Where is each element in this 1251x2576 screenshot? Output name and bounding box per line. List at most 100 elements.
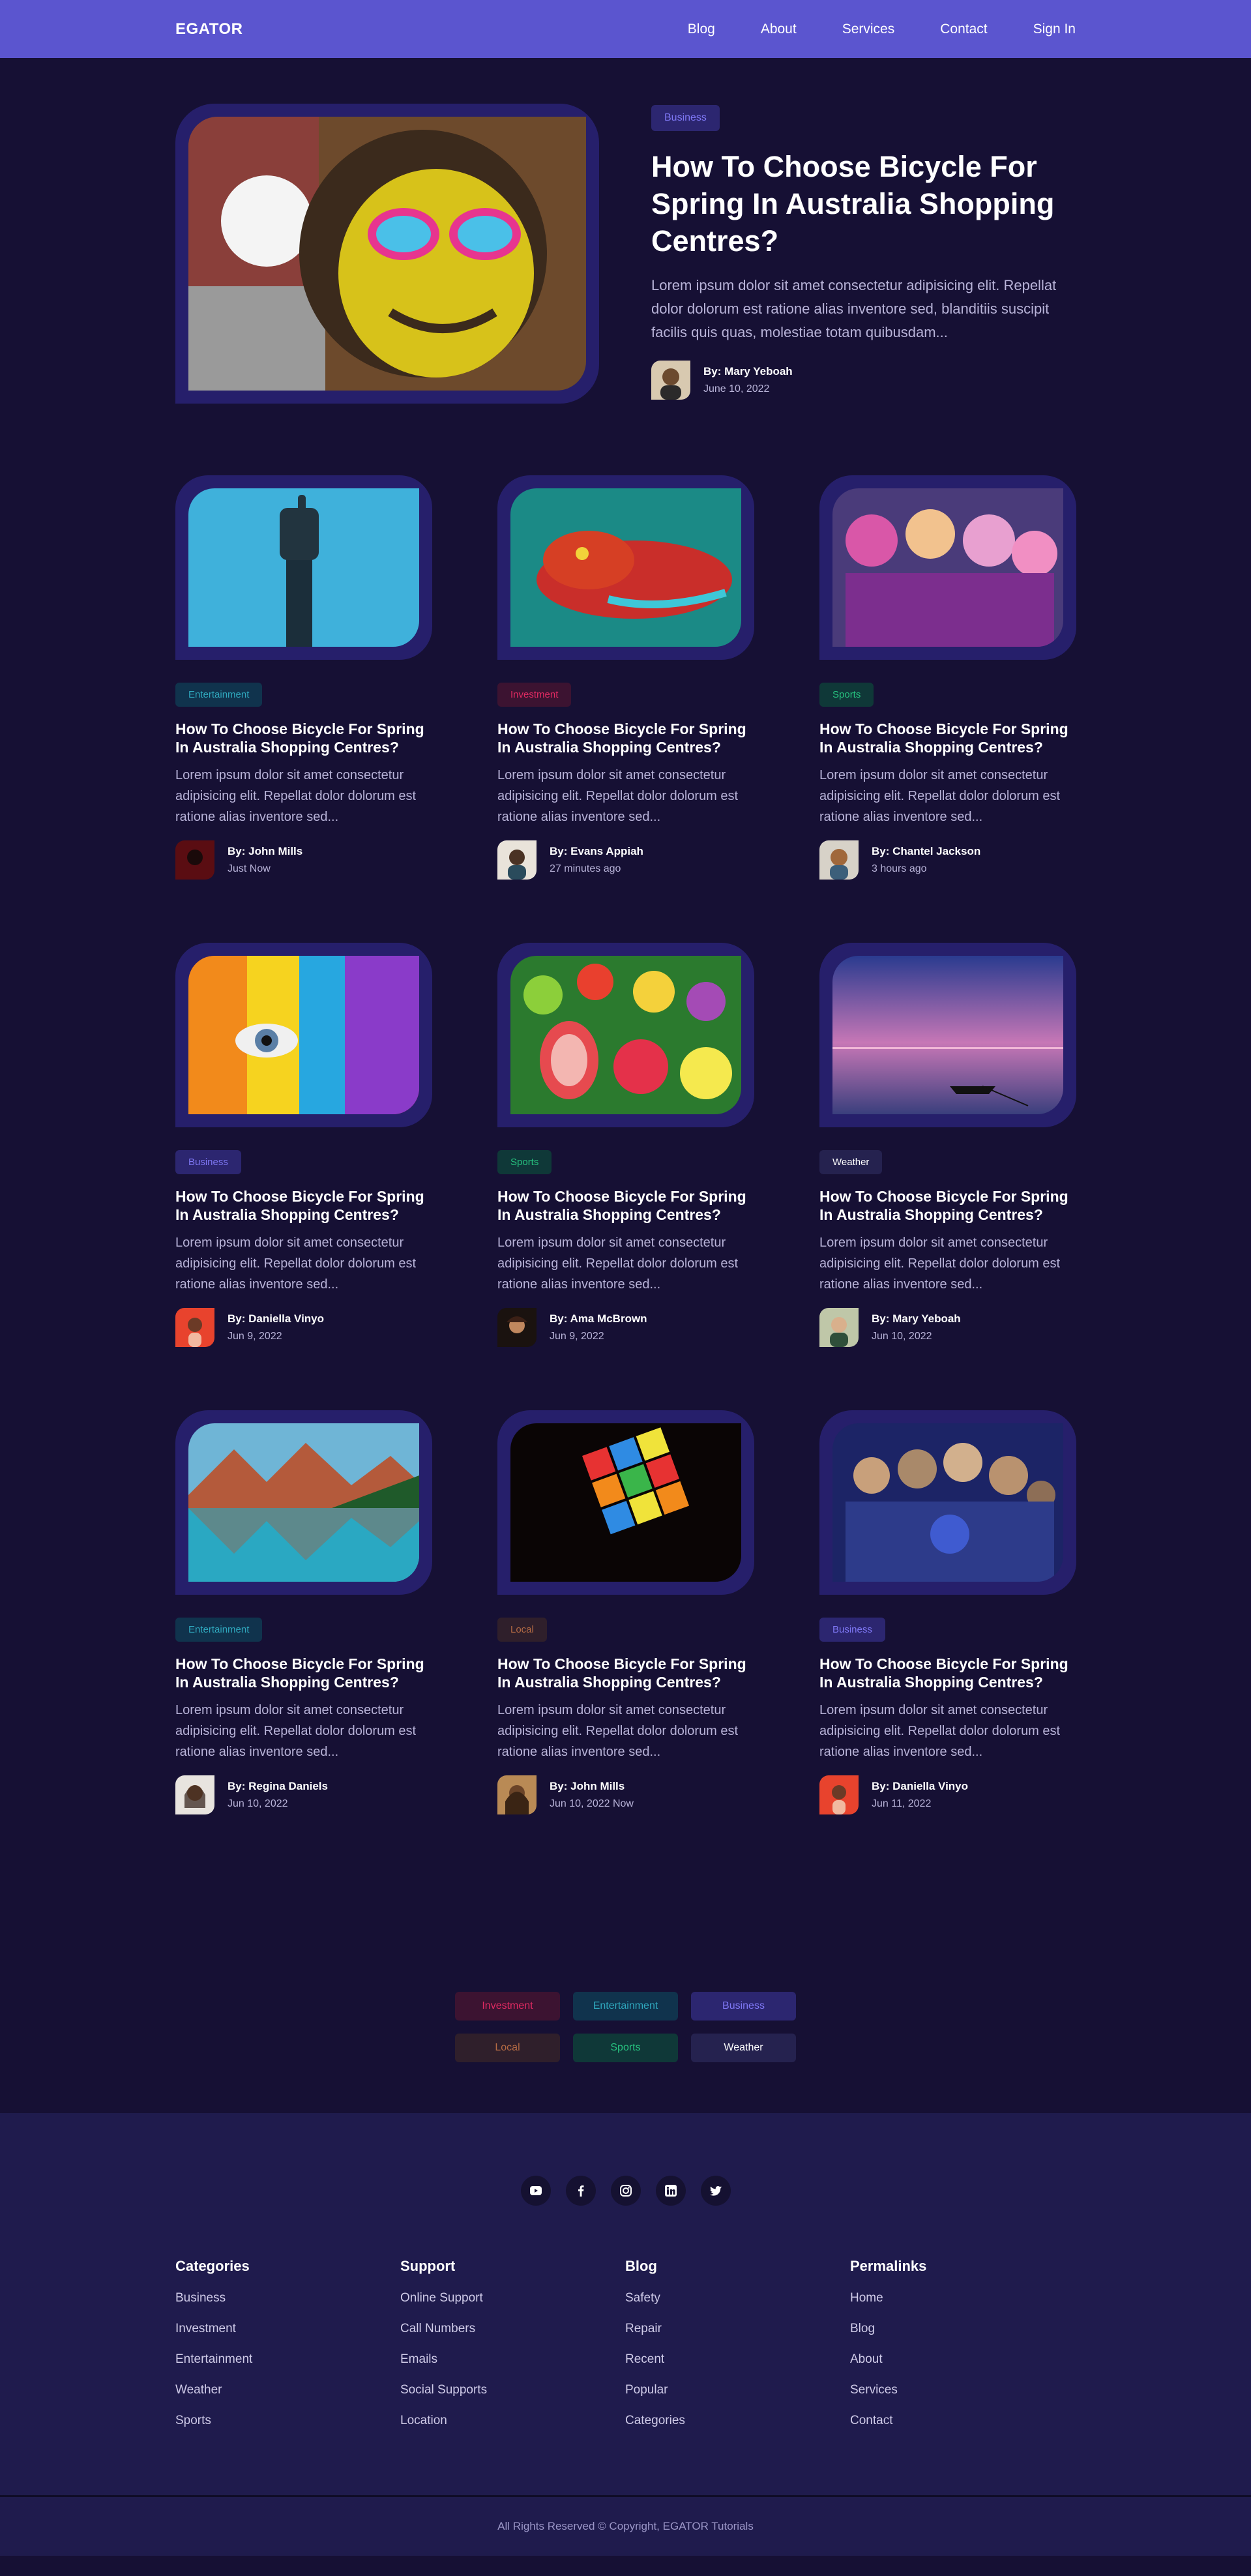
- hero-title[interactable]: How To Choose Bicycle For Spring In Aust…: [651, 148, 1075, 259]
- post-title[interactable]: How To Choose Bicycle For Spring In Aust…: [497, 1655, 754, 1691]
- post-title[interactable]: How To Choose Bicycle For Spring In Aust…: [819, 1655, 1076, 1691]
- footer-link[interactable]: Popular: [625, 2383, 850, 2397]
- footer-link[interactable]: Investment: [175, 2322, 400, 2336]
- post-date: Jun 10, 2022 Now: [550, 1798, 634, 1809]
- post-title[interactable]: How To Choose Bicycle For Spring In Aust…: [819, 1187, 1076, 1224]
- post-excerpt: Lorem ipsum dolor sit amet consectetur a…: [497, 1703, 739, 1759]
- category-tag[interactable]: Local: [497, 1618, 547, 1642]
- author-block: By: Regina Daniels Jun 10, 2022: [175, 1775, 432, 1814]
- nav-link-about[interactable]: About: [761, 22, 797, 37]
- footer-link[interactable]: Blog: [850, 2322, 1075, 2336]
- post-title[interactable]: How To Choose Bicycle For Spring In Aust…: [819, 720, 1076, 756]
- tag-investment[interactable]: Investment: [455, 1992, 560, 2021]
- category-tag[interactable]: Entertainment: [175, 683, 263, 707]
- avatar: [497, 1308, 537, 1347]
- category-tag[interactable]: Business: [651, 105, 720, 131]
- category-tag[interactable]: Business: [175, 1150, 241, 1174]
- tag-business[interactable]: Business: [691, 1992, 796, 2021]
- post-title[interactable]: How To Choose Bicycle For Spring In Aust…: [175, 1655, 432, 1691]
- footer: Categories Business Investment Entertain…: [0, 2113, 1251, 2556]
- footer-link[interactable]: Entertainment: [175, 2352, 400, 2367]
- post-image: [510, 956, 741, 1114]
- footer-link[interactable]: Safety: [625, 2291, 850, 2305]
- post-image-frame[interactable]: [819, 943, 1076, 1127]
- post-excerpt: Lorem ipsum dolor sit amet consectetur a…: [819, 1703, 1061, 1759]
- author-name: By: John Mills: [550, 1780, 625, 1792]
- youtube-icon[interactable]: [520, 2176, 551, 2206]
- tag-cloud: Investment Entertainment Business Local …: [0, 1992, 1251, 2062]
- post-card: Business How To Choose Bicycle For Sprin…: [819, 1410, 1076, 1814]
- avatar: [497, 840, 537, 880]
- footer-link[interactable]: Contact: [850, 2414, 1075, 2428]
- post-date: Jun 10, 2022: [228, 1798, 288, 1809]
- copyright-bar: All Rights Reserved © Copyright, EGATOR …: [0, 2495, 1251, 2556]
- footer-link[interactable]: Repair: [625, 2322, 850, 2336]
- post-image-frame[interactable]: [497, 943, 754, 1127]
- nav-link-sign-in[interactable]: Sign In: [1033, 22, 1076, 37]
- post-image-frame[interactable]: [497, 1410, 754, 1595]
- category-tag[interactable]: Investment: [497, 683, 572, 707]
- post-card: Business How To Choose Bicycle For Sprin…: [175, 943, 432, 1347]
- post-image-frame[interactable]: [175, 475, 432, 660]
- tag-weather[interactable]: Weather: [691, 2034, 796, 2062]
- category-tag[interactable]: Weather: [819, 1150, 883, 1174]
- footer-link[interactable]: Categories: [625, 2414, 850, 2428]
- nav-link-contact[interactable]: Contact: [940, 22, 987, 37]
- footer-columns: Categories Business Investment Entertain…: [0, 2206, 1251, 2428]
- tag-local[interactable]: Local: [455, 2034, 560, 2062]
- post-image-frame[interactable]: [819, 1410, 1076, 1595]
- post-title[interactable]: How To Choose Bicycle For Spring In Aust…: [497, 720, 754, 756]
- category-tag[interactable]: Sports: [497, 1150, 552, 1174]
- copyright-text: All Rights Reserved © Copyright, EGATOR …: [497, 2520, 754, 2532]
- post-card: Investment How To Choose Bicycle For Spr…: [497, 475, 754, 880]
- instagram-icon[interactable]: [610, 2176, 641, 2206]
- facebook-icon[interactable]: [565, 2176, 596, 2206]
- footer-link[interactable]: Business: [175, 2291, 400, 2305]
- post-image-frame[interactable]: [497, 475, 754, 660]
- post-title[interactable]: How To Choose Bicycle For Spring In Aust…: [497, 1187, 754, 1224]
- tag-entertainment[interactable]: Entertainment: [573, 1992, 678, 2021]
- post-image-frame[interactable]: [175, 1410, 432, 1595]
- post-image-frame[interactable]: [175, 943, 432, 1127]
- footer-link[interactable]: Services: [850, 2383, 1075, 2397]
- post-excerpt: Lorem ipsum dolor sit amet consectetur a…: [819, 768, 1061, 824]
- footer-link[interactable]: Weather: [175, 2383, 400, 2397]
- post-card: Entertainment How To Choose Bicycle For …: [175, 1410, 432, 1814]
- avatar: [819, 1308, 859, 1347]
- hero-image-frame[interactable]: [175, 104, 599, 404]
- footer-link[interactable]: Online Support: [400, 2291, 625, 2305]
- avatar: [497, 1775, 537, 1814]
- logo[interactable]: EGATOR: [175, 20, 243, 38]
- footer-link[interactable]: Emails: [400, 2352, 625, 2367]
- footer-heading: Blog: [625, 2258, 657, 2274]
- author-block: By: John Mills Just Now: [175, 840, 432, 880]
- linkedin-icon[interactable]: [655, 2176, 686, 2206]
- category-tag[interactable]: Entertainment: [175, 1618, 263, 1642]
- footer-link[interactable]: Home: [850, 2291, 1075, 2305]
- footer-link[interactable]: Recent: [625, 2352, 850, 2367]
- post-title[interactable]: How To Choose Bicycle For Spring In Aust…: [175, 720, 432, 756]
- footer-link[interactable]: Social Supports: [400, 2383, 625, 2397]
- twitter-icon[interactable]: [700, 2176, 731, 2206]
- footer-link[interactable]: Location: [400, 2414, 625, 2428]
- tag-sports[interactable]: Sports: [573, 2034, 678, 2062]
- avatar: [819, 1775, 859, 1814]
- post-card: Weather How To Choose Bicycle For Spring…: [819, 943, 1076, 1347]
- post-title[interactable]: How To Choose Bicycle For Spring In Aust…: [175, 1187, 432, 1224]
- post-image-frame[interactable]: [819, 475, 1076, 660]
- avatar: [651, 361, 690, 400]
- footer-column-categories: Categories Business Investment Entertain…: [175, 2258, 400, 2428]
- post-grid: Entertainment How To Choose Bicycle For …: [0, 475, 1251, 1814]
- author-name: By: Regina Daniels: [228, 1780, 328, 1792]
- footer-column-permalinks: Permalinks Home Blog About Services Cont…: [850, 2258, 1075, 2428]
- category-tag[interactable]: Sports: [819, 683, 874, 707]
- post-excerpt: Lorem ipsum dolor sit amet consectetur a…: [497, 768, 739, 824]
- nav-link-services[interactable]: Services: [842, 22, 895, 37]
- footer-link[interactable]: Sports: [175, 2414, 400, 2428]
- author-name: By: Evans Appiah: [550, 845, 643, 857]
- author-name: By: Daniella Vinyo: [872, 1780, 969, 1792]
- nav-link-blog[interactable]: Blog: [688, 22, 715, 37]
- footer-link[interactable]: About: [850, 2352, 1075, 2367]
- category-tag[interactable]: Business: [819, 1618, 885, 1642]
- footer-link[interactable]: Call Numbers: [400, 2322, 625, 2336]
